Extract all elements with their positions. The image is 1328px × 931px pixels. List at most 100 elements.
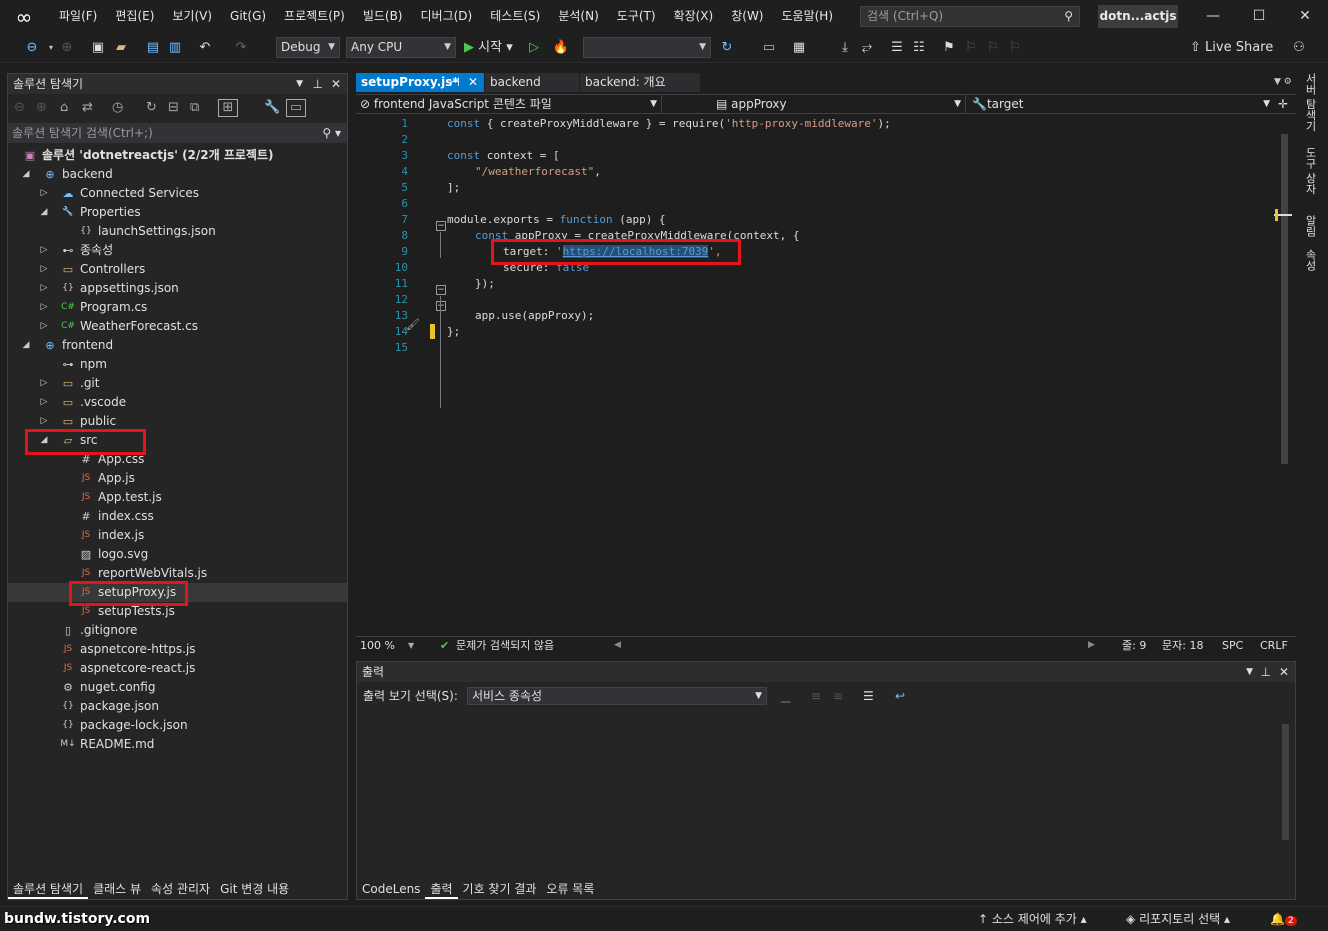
menu-item[interactable]: 도움말(H): [773, 0, 843, 33]
output-source-select[interactable]: 서비스 종속성 ▼: [467, 687, 767, 705]
collapse-toggle-icon[interactable]: −: [436, 221, 446, 231]
tool-window-tab[interactable]: 속성: [1302, 249, 1318, 271]
open-file-icon[interactable]: ▰: [112, 39, 130, 57]
tree-item[interactable]: {} launchSettings.json: [8, 222, 347, 241]
tab-overflow-icon[interactable]: ▼ ⚙: [1274, 73, 1294, 92]
pending-changes-icon[interactable]: ◷: [112, 96, 123, 120]
startup-item-select[interactable]: ▼: [583, 37, 711, 58]
code-line-4[interactable]: "/weatherforecast",: [475, 164, 601, 180]
feedback-icon[interactable]: ⚇: [1290, 39, 1308, 57]
minimize-button[interactable]: —: [1190, 0, 1236, 33]
code-line-5[interactable]: ];: [447, 180, 460, 196]
issues-status[interactable]: 문제가 검색되지 않음: [456, 637, 554, 654]
close-tab-icon[interactable]: ✕: [468, 73, 478, 92]
close-panel-icon[interactable]: ✕: [1279, 662, 1289, 682]
switch-view-icon[interactable]: ⇄: [82, 96, 93, 120]
expanded-toggle-icon[interactable]: ◢: [20, 336, 32, 355]
next-bookmark-icon[interactable]: ⚐: [984, 39, 1002, 57]
back-dropdown-icon[interactable]: ▾: [46, 39, 56, 57]
clear-bookmark-icon[interactable]: ⚐: [1006, 39, 1024, 57]
save-all-icon[interactable]: ▥: [166, 39, 184, 57]
tool-window-tab[interactable]: 도구 상자: [1302, 147, 1318, 195]
collapsed-toggle-icon[interactable]: ▷: [38, 298, 50, 317]
menu-item[interactable]: 도구(T): [608, 0, 665, 33]
tool-tab[interactable]: 클래스 뷰: [88, 879, 146, 899]
undo-icon[interactable]: ↶: [196, 39, 214, 57]
scrollbar-thumb[interactable]: [1281, 134, 1288, 464]
collapse-toggle-icon[interactable]: −: [436, 301, 446, 311]
project-scope-select[interactable]: ⊘ frontend JavaScript 콘텐츠 파일 ▼: [360, 95, 662, 113]
step-over-icon[interactable]: ⥂: [858, 39, 876, 57]
tool-tab[interactable]: 기호 찾기 결과: [458, 879, 542, 899]
tree-item[interactable]: ▷ ☁ Connected Services: [8, 184, 347, 203]
find-message-icon[interactable]: ▁: [781, 685, 790, 707]
source-control-button[interactable]: ↑ 소스 제어에 추가 ▴: [978, 907, 1087, 931]
tree-item[interactable]: JS aspnetcore-https.js: [8, 640, 347, 659]
collapsed-toggle-icon[interactable]: ▷: [38, 393, 50, 412]
expanded-toggle-icon[interactable]: ◢: [38, 203, 50, 222]
tree-item[interactable]: # index.css: [8, 507, 347, 526]
solution-title-badge[interactable]: dotn...actjs: [1098, 5, 1178, 28]
tree-item[interactable]: ▷ C# WeatherForecast.cs: [8, 317, 347, 336]
save-icon[interactable]: ▤: [144, 39, 162, 57]
hot-reload-icon[interactable]: 🔥: [550, 39, 572, 57]
navigate-back-icon[interactable]: ⊖: [22, 39, 42, 57]
close-window-button[interactable]: ✕: [1282, 0, 1328, 33]
code-line-1[interactable]: const { createProxyMiddleware } = requir…: [447, 116, 891, 132]
properties-icon[interactable]: 🔧: [264, 96, 280, 120]
configuration-select[interactable]: Debug ▼: [276, 37, 340, 58]
code-line-11[interactable]: });: [475, 276, 495, 292]
preview-selected-icon[interactable]: ▭: [286, 99, 306, 117]
menu-item[interactable]: 프로젝트(P): [275, 0, 354, 33]
word-wrap-icon[interactable]: ↩: [895, 685, 905, 707]
tool-tab[interactable]: 출력: [425, 879, 458, 899]
panel-menu-icon[interactable]: ▼: [1246, 662, 1253, 682]
zoom-level[interactable]: 100 %: [360, 637, 395, 654]
show-all-files-icon[interactable]: ⧉: [190, 96, 199, 120]
tool-tab[interactable]: 솔루션 탐색기: [8, 879, 89, 899]
tool-tab[interactable]: 속성 관리자: [146, 879, 215, 899]
tree-item[interactable]: ◢ ⊕ backend: [8, 165, 347, 184]
chevron-down-icon[interactable]: ▼: [408, 637, 414, 654]
home-icon[interactable]: ⌂: [60, 96, 68, 120]
preview-icon[interactable]: ⊞: [218, 99, 238, 117]
notifications-button[interactable]: 🔔 2: [1270, 907, 1297, 931]
menu-item[interactable]: 빌드(B): [354, 0, 412, 33]
tree-item[interactable]: JS index.js: [8, 526, 347, 545]
expanded-toggle-icon[interactable]: ◢: [20, 165, 32, 184]
tree-item[interactable]: ▷ {} appsettings.json: [8, 279, 347, 298]
tree-item[interactable]: ▷ ⊷ 종속성: [8, 241, 347, 260]
back-icon[interactable]: ⊖: [14, 96, 25, 120]
code-line-3[interactable]: const context = [: [447, 148, 560, 164]
tree-item[interactable]: ◢ 🔧 Properties: [8, 203, 347, 222]
tree-item[interactable]: {} package.json: [8, 697, 347, 716]
panel-menu-icon[interactable]: ▼: [296, 74, 303, 94]
repository-select-button[interactable]: ◈ 리포지토리 선택 ▴: [1126, 907, 1230, 931]
forward-icon[interactable]: ⊕: [36, 96, 47, 120]
menu-item[interactable]: 보기(V): [163, 0, 221, 33]
tree-item[interactable]: ◢ ⊕ frontend: [8, 336, 347, 355]
tree-item[interactable]: ⚙ nuget.config: [8, 678, 347, 697]
member-scope-select[interactable]: 🔧target ▼: [972, 95, 1274, 113]
menu-item[interactable]: 편집(E): [106, 0, 163, 33]
tree-item[interactable]: JS App.test.js: [8, 488, 347, 507]
refresh-icon[interactable]: ↻: [718, 39, 736, 57]
start-debugging-button[interactable]: ▶ 시작 ▾: [464, 39, 524, 57]
tool-tab[interactable]: CodeLens: [357, 879, 425, 899]
editor-tab[interactable]: backend: [485, 73, 579, 92]
tree-item[interactable]: ▷ ▭ Controllers: [8, 260, 347, 279]
start-without-debugging-icon[interactable]: ▷: [526, 39, 542, 57]
whitespace-indicator[interactable]: SPC: [1222, 637, 1243, 654]
menu-item[interactable]: 분석(N): [549, 0, 607, 33]
live-share-button[interactable]: ⇧ Live Share: [1190, 39, 1274, 57]
split-editor-icon[interactable]: ✛: [1278, 95, 1294, 113]
tree-item[interactable]: M↓ README.md: [8, 735, 347, 754]
solution-search-input[interactable]: 솔루션 탐색기 검색(Ctrl+;) ⚲ ▾: [8, 123, 347, 143]
prev-message-icon[interactable]: ≡: [811, 685, 821, 707]
pin-icon[interactable]: ⊥: [313, 74, 323, 94]
folder-view-icon[interactable]: ▭: [760, 39, 778, 57]
bookmark-icon[interactable]: ⚑: [940, 39, 958, 57]
tree-item[interactable]: ▷ ▭ .vscode: [8, 393, 347, 412]
tree-item[interactable]: ▷ C# Program.cs: [8, 298, 347, 317]
sync-icon[interactable]: ↻: [146, 96, 157, 120]
